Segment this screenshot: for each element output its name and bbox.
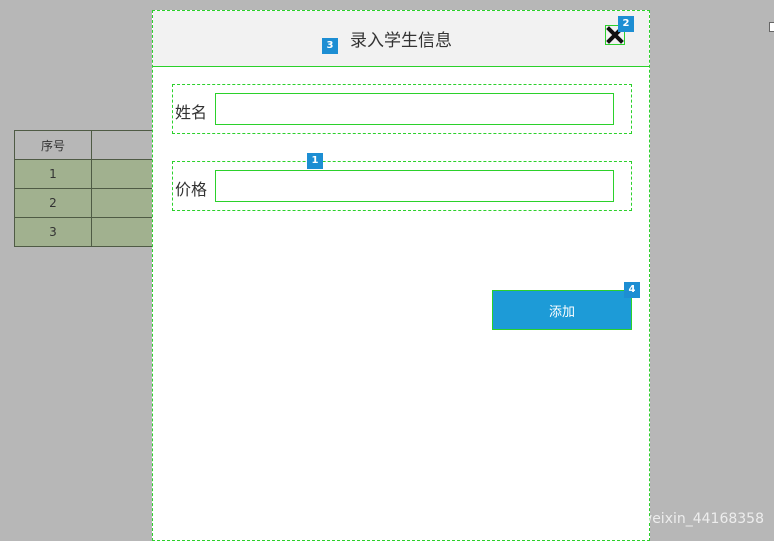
price-input[interactable]: [215, 170, 614, 202]
name-field-row: 姓名: [172, 84, 632, 134]
price-label: 价格: [175, 180, 208, 199]
column-header-index: 序号: [14, 130, 92, 160]
student-entry-dialog: 录入学生信息 姓名 价格 添加 1 2 3 4: [152, 10, 650, 541]
watermark: https://blog.csdn.net/weixin_44168358: [490, 511, 764, 527]
add-button[interactable]: 添加: [492, 290, 632, 330]
name-input[interactable]: [215, 93, 614, 125]
annotation-badge-4: 4: [624, 282, 640, 298]
edge-marker: [769, 22, 774, 32]
dialog-title: 录入学生信息: [350, 31, 452, 51]
annotation-badge-2: 2: [618, 16, 634, 32]
annotation-badge-1: 1: [307, 153, 323, 169]
annotation-badge-3: 3: [322, 38, 338, 54]
price-field-row: 价格: [172, 161, 632, 211]
table-cell-index: 1: [14, 159, 92, 189]
dialog-header: 录入学生信息: [153, 11, 649, 67]
table-cell-index: 2: [14, 188, 92, 218]
table-cell-index: 3: [14, 217, 92, 247]
name-label: 姓名: [175, 103, 208, 122]
